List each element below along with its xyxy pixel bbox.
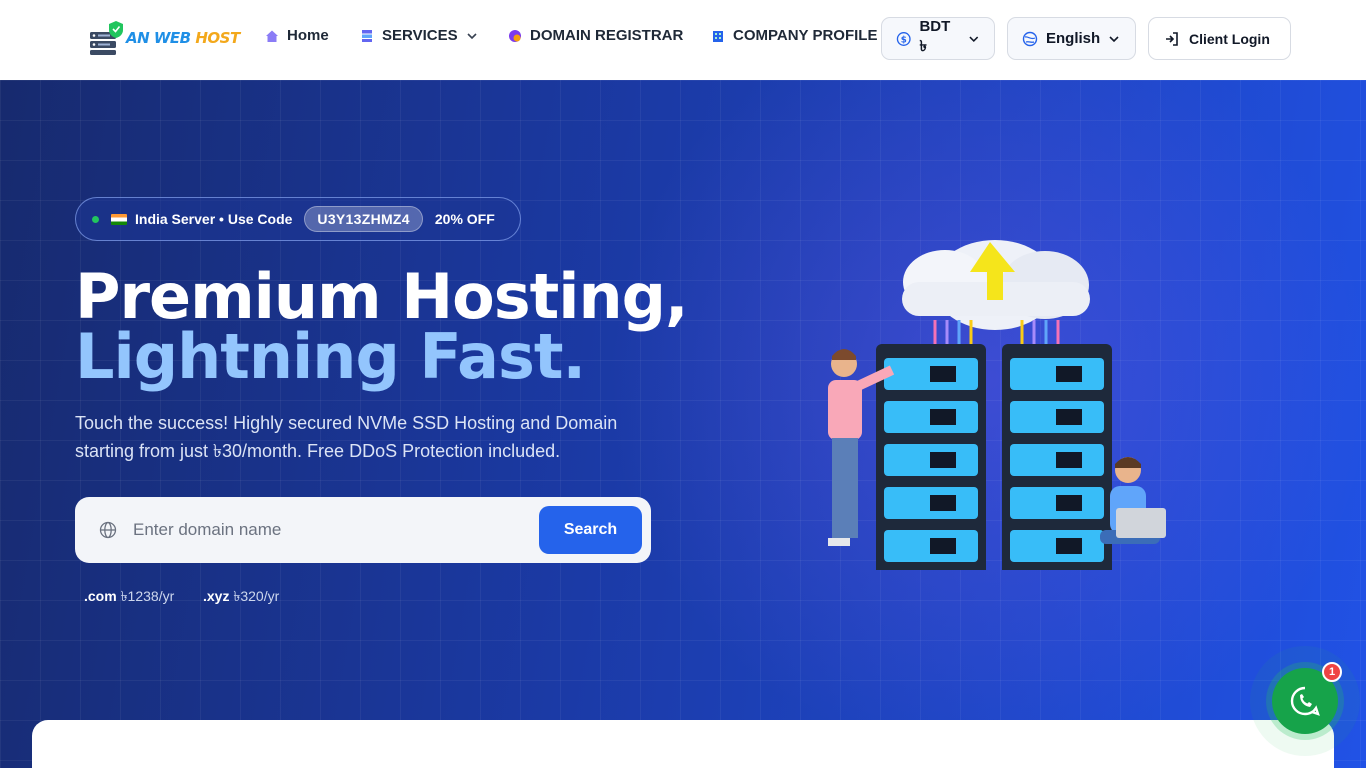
domain-search-input[interactable] [133, 520, 513, 540]
currency-selector[interactable]: $ BDT ৳ [881, 17, 995, 60]
hero-title-line1: Premium Hosting, [75, 260, 689, 333]
search-button[interactable]: Search [539, 506, 642, 554]
chevron-down-icon [467, 32, 477, 39]
hero-title-line2: Lightning Fast. [75, 320, 586, 393]
promo-code[interactable]: U3Y13ZHMZ4 [304, 206, 423, 232]
nav-domain-label: DOMAIN REGISTRAR [530, 27, 684, 44]
login-icon [1166, 31, 1178, 46]
notification-badge: 1 [1322, 662, 1342, 682]
server-rack-left [876, 344, 986, 570]
site-header: AN WEB HOST Home SERVICES DOMAIN REGISTR… [0, 0, 1366, 80]
building-icon [713, 30, 723, 42]
currency-label: BDT ৳ [919, 17, 951, 55]
client-login-label: Client Login [1189, 30, 1270, 47]
globe-icon [1022, 31, 1038, 46]
language-selector[interactable]: English [1007, 17, 1136, 60]
whatsapp-icon [1290, 686, 1320, 716]
tld-price: ৳320/yr [233, 588, 280, 604]
nav-home-label: Home [287, 27, 329, 44]
nav-services[interactable]: SERVICES [360, 27, 478, 44]
promo-text: India Server • Use Code [135, 211, 293, 227]
nav-home[interactable]: Home [265, 27, 329, 44]
nav-domain-registrar[interactable]: DOMAIN REGISTRAR [508, 27, 683, 44]
tld-ext: .com [84, 588, 117, 604]
brand-name-part1: AN WEB [126, 29, 191, 47]
hero-section: India Server • Use Code U3Y13ZHMZ4 20% O… [0, 80, 1366, 768]
chevron-down-icon [969, 36, 979, 42]
brand-name-part2: HOST [195, 29, 240, 47]
tld-ext: .xyz [203, 588, 230, 604]
tld-xyz-price: .xyz ৳320/yr [203, 585, 279, 609]
domain-search-box: Search [75, 497, 651, 563]
client-login-button[interactable]: Client Login [1148, 17, 1291, 60]
tld-com-price: .com ৳1238/yr [84, 585, 174, 609]
globe-icon [99, 521, 117, 539]
brand-name: AN WEB HOST [126, 29, 240, 47]
globe-icon [509, 29, 521, 42]
brand-logo[interactable]: AN WEB HOST [88, 20, 240, 56]
svg-text:$: $ [901, 35, 907, 45]
promo-badge: India Server • Use Code U3Y13ZHMZ4 20% O… [75, 197, 521, 241]
hero-subtitle: Touch the success! Highly secured NVMe S… [75, 413, 618, 461]
dollar-circle-icon: $ [896, 31, 911, 46]
promo-discount: 20% OFF [434, 211, 495, 227]
nav-company-profile[interactable]: COMPANY PROFILE [711, 27, 877, 44]
house-icon [266, 30, 278, 42]
india-flag-icon [111, 213, 127, 225]
cloud-server-illustration [828, 240, 1166, 570]
status-dot [92, 215, 99, 223]
nav-services-label: SERVICES [382, 27, 458, 44]
nav-company-label: COMPANY PROFILE [733, 27, 878, 44]
cloud-icon [902, 240, 1090, 330]
language-label: English [1046, 30, 1101, 47]
chevron-down-icon [1109, 35, 1119, 42]
server-shield-icon [90, 21, 123, 55]
server-icon [362, 29, 372, 42]
server-rack-right [1002, 344, 1112, 570]
tld-price: ৳1238/yr [120, 588, 175, 604]
content-card [32, 720, 1334, 768]
